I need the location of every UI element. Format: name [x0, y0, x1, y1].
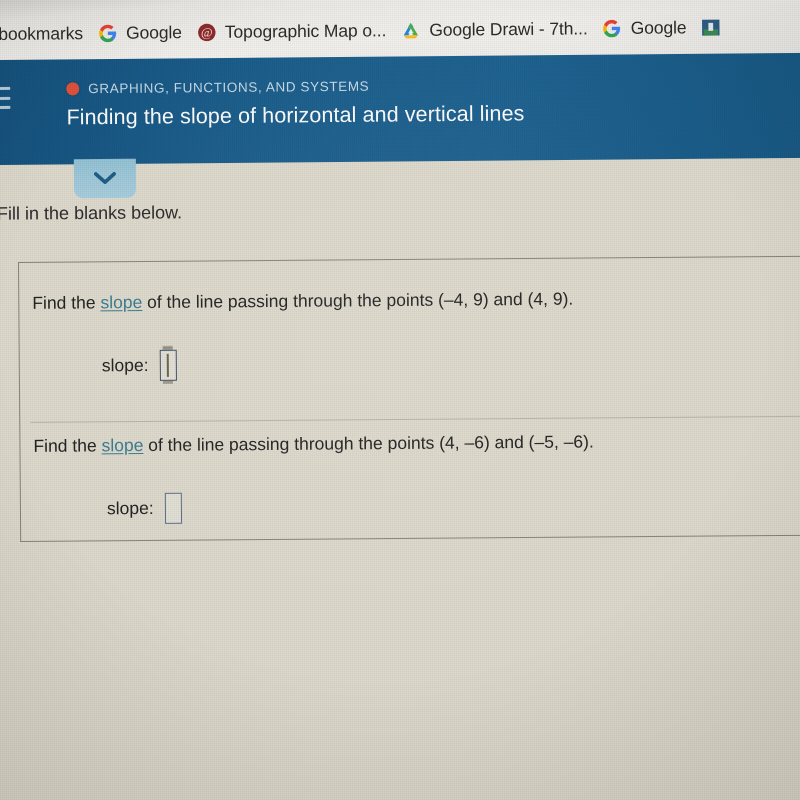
header-eyebrow-row: GRAPHING, FUNCTIONS, AND SYSTEMS	[66, 75, 800, 96]
bookmark-item-bookmarks[interactable]: bookmarks	[0, 15, 96, 52]
question-prompt: Find the slope of the line passing throu…	[33, 431, 594, 456]
bookmark-label: Google Drawi - 7th...	[429, 17, 588, 40]
google-g-icon	[98, 23, 117, 42]
bookmark-item-google-2[interactable]: Google	[600, 9, 699, 46]
answer-row: slope:	[106, 492, 182, 525]
exercise-panel: Find the slope of the line passing throu…	[18, 255, 800, 542]
svg-text:@: @	[200, 25, 212, 39]
cursor-cap-bottom	[163, 380, 174, 384]
bookmark-label: bookmarks	[0, 22, 84, 44]
slope-input-2[interactable]	[164, 492, 182, 524]
answer-label: slope:	[101, 354, 149, 376]
page-title: Finding the slope of horizontal and vert…	[66, 101, 525, 130]
google-g-icon	[603, 18, 622, 37]
bookmark-item-clipped[interactable]	[699, 9, 720, 45]
app-header: GRAPHING, FUNCTIONS, AND SYSTEMS Finding…	[0, 52, 800, 165]
topic-dot-icon	[66, 82, 80, 96]
bookmark-label: Google	[125, 21, 182, 43]
slope-glossary-link[interactable]: slope	[101, 435, 143, 455]
bookmark-label: Topographic Map o...	[224, 19, 387, 42]
answer-row: slope:	[101, 346, 177, 384]
question-prompt-suffix: of the line passing through the points (…	[143, 431, 594, 456]
slope-input-1[interactable]	[159, 346, 177, 384]
topic-category-label: GRAPHING, FUNCTIONS, AND SYSTEMS	[88, 78, 370, 97]
bookmark-item-google-drawing[interactable]: Google Drawi - 7th...	[399, 10, 601, 48]
at-sign-icon: @	[197, 22, 216, 41]
question-prompt: Find the slope of the line passing throu…	[32, 289, 573, 314]
question-divider	[30, 415, 800, 423]
header-text-group: GRAPHING, FUNCTIONS, AND SYSTEMS Finding…	[66, 75, 800, 130]
question-block: Find the slope of the line passing throu…	[20, 415, 800, 524]
question-prompt-prefix: Find the	[33, 435, 102, 456]
google-drive-icon	[401, 20, 420, 39]
collapse-panel-tab[interactable]	[73, 158, 137, 199]
slope-glossary-link[interactable]: slope	[100, 292, 142, 312]
question-block: Find the slope of the line passing throu…	[19, 273, 800, 384]
cursor-cap-top	[162, 346, 173, 350]
question-prompt-suffix: of the line passing through the points (…	[142, 288, 574, 313]
chevron-down-icon	[93, 172, 116, 185]
bookmark-label: Google	[630, 16, 687, 38]
answer-label: slope:	[106, 497, 154, 519]
bookmark-item-topographic-map[interactable]: @ Topographic Map o...	[195, 12, 400, 50]
instruction-text: Fill in the blanks below.	[0, 202, 183, 224]
question-prompt-prefix: Find the	[32, 292, 101, 313]
bookmark-item-google-1[interactable]: Google	[96, 14, 195, 51]
hamburger-menu-icon[interactable]	[0, 86, 11, 110]
site-favicon-icon	[701, 18, 720, 37]
